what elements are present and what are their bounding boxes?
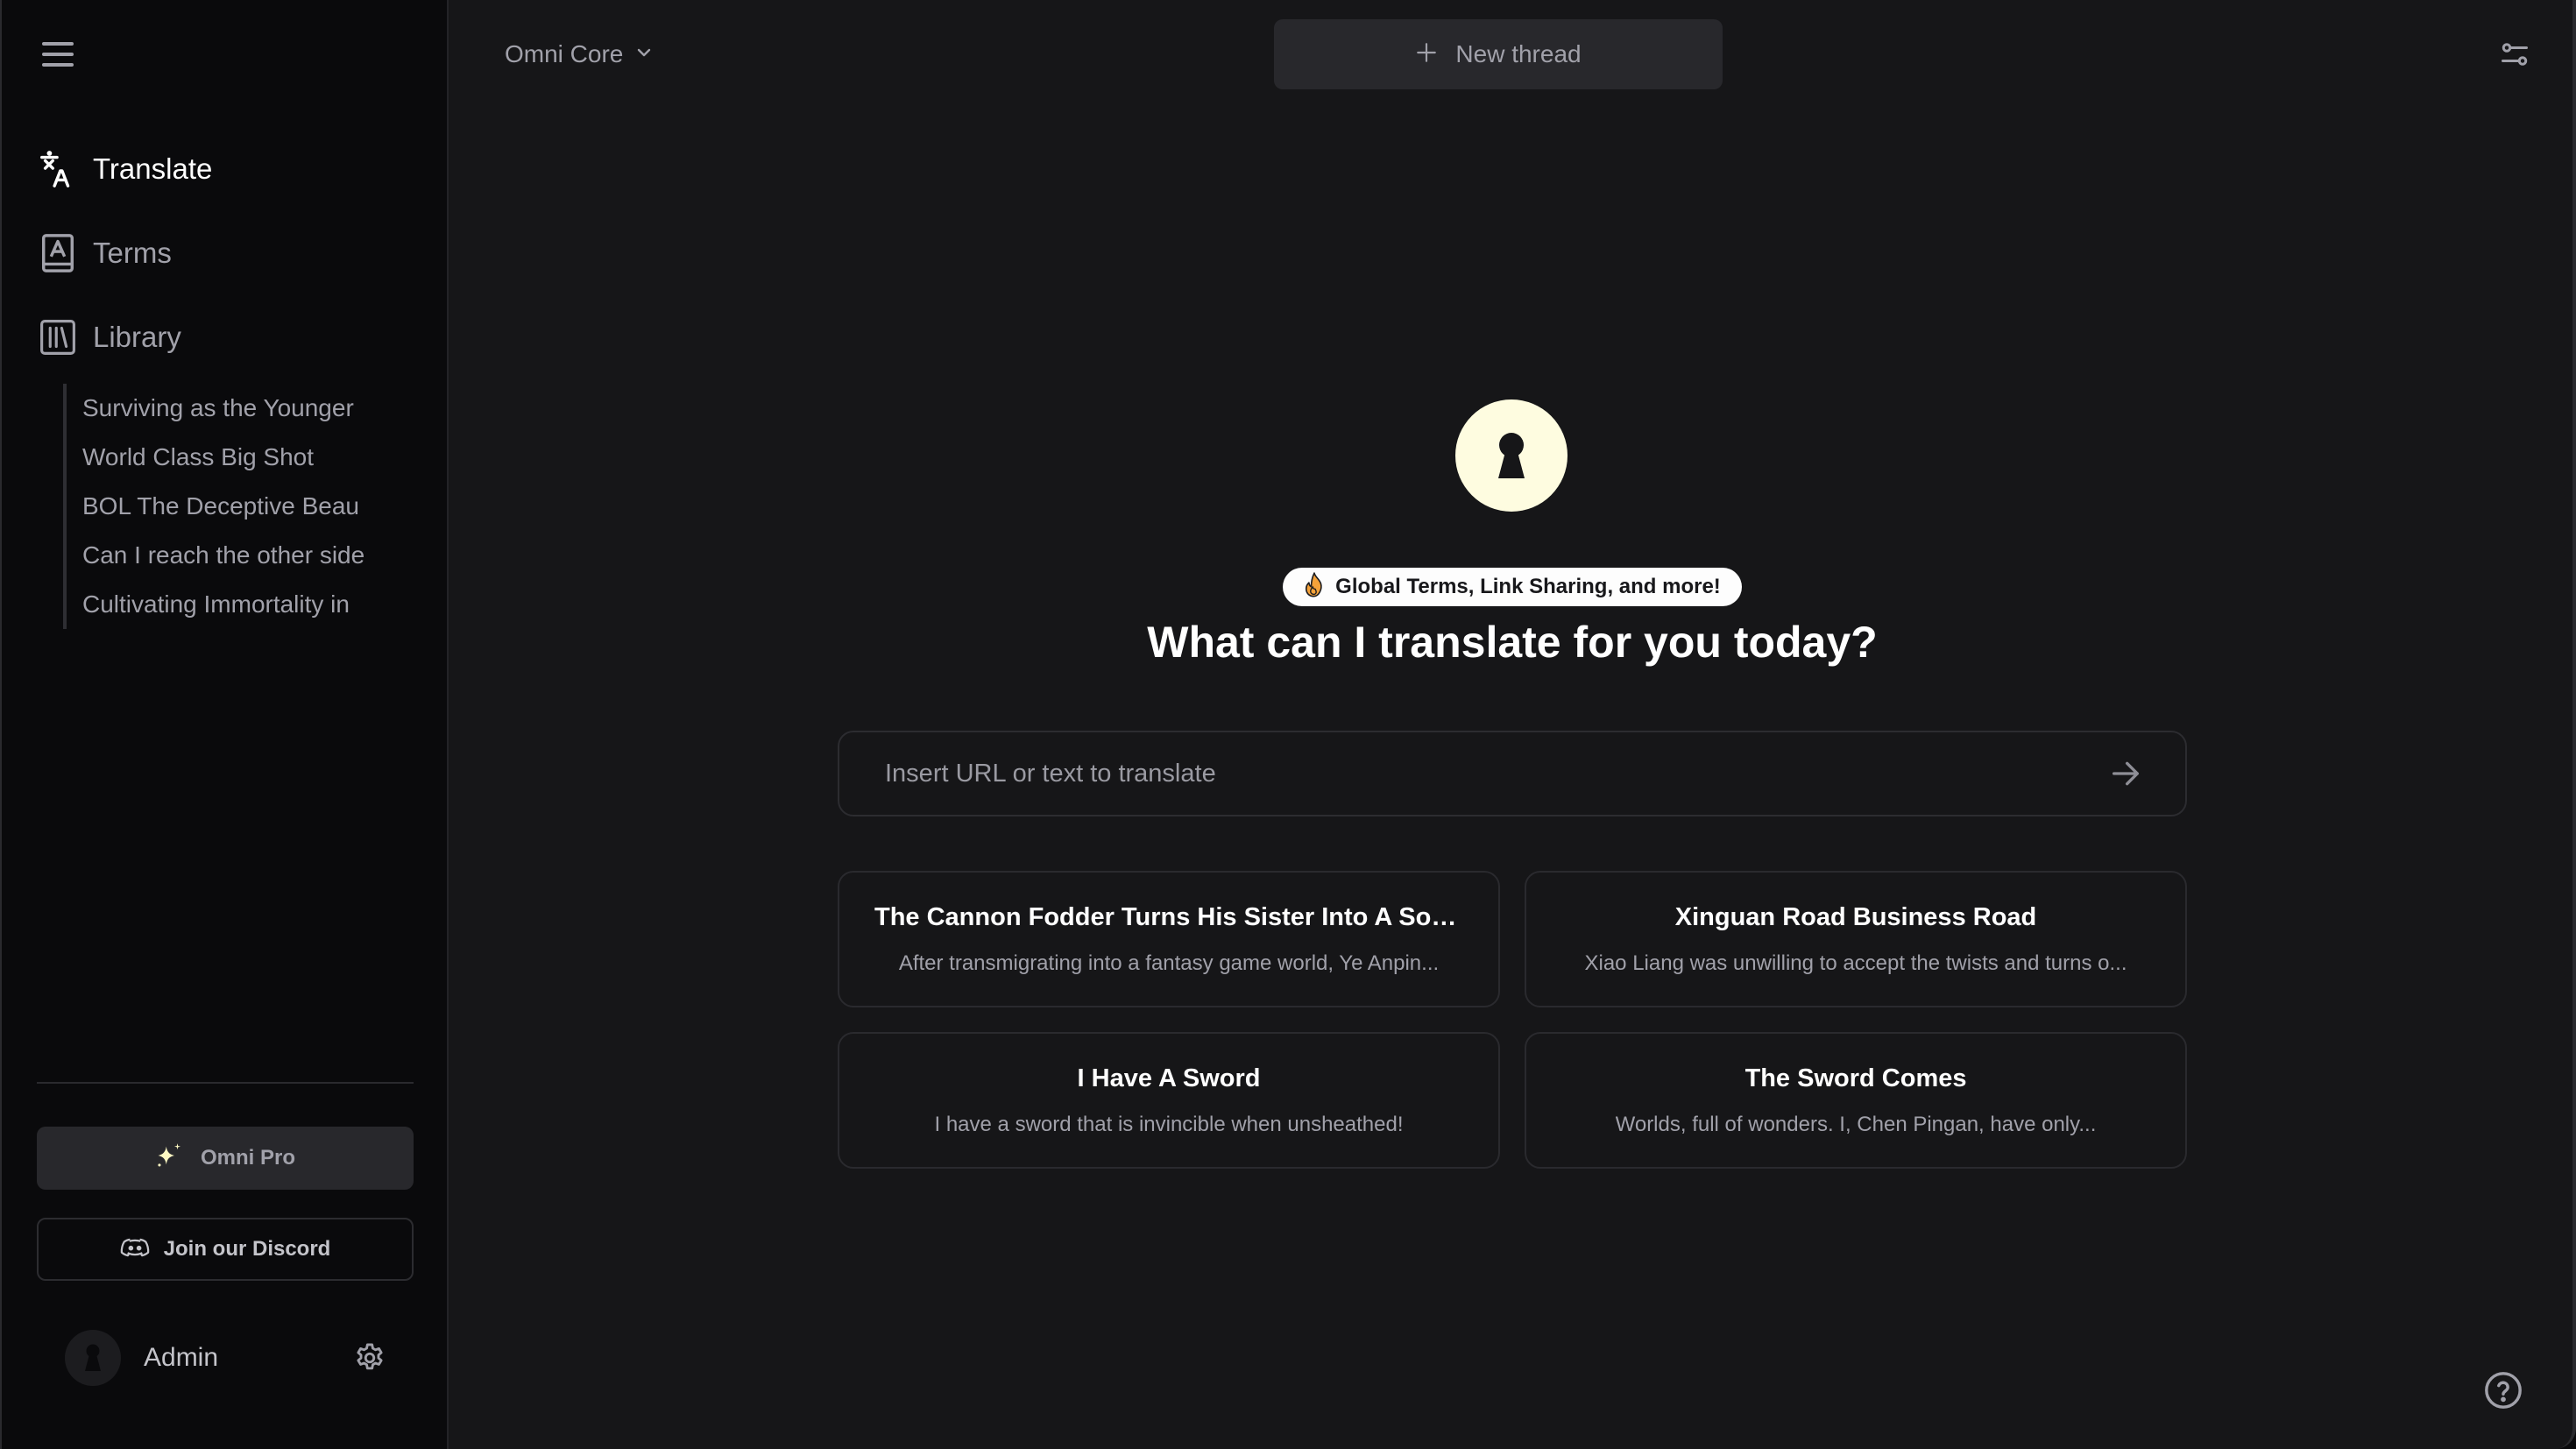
library-item[interactable]: World Class Big Shot — [82, 433, 372, 482]
library-list: Surviving as the Younger World Class Big… — [63, 384, 379, 629]
suggestion-description: Worlds, full of wonders. I, Chen Pingan,… — [1615, 1112, 2097, 1136]
sidebar-item-label: Library — [93, 321, 181, 353]
model-selector-label: Omni Core — [505, 40, 624, 67]
chevron-down-icon — [635, 46, 653, 63]
help-circle-icon[interactable] — [2481, 1368, 2525, 1412]
plus-icon — [1415, 41, 1438, 68]
avatar[interactable] — [65, 1330, 121, 1386]
sidebar-nav: Translate Terms Library — [37, 140, 422, 392]
suggestion-title: The Sword Comes — [1744, 1064, 1967, 1092]
app-logo — [1455, 399, 1568, 512]
omni-pro-label: Omni Pro — [200, 1146, 295, 1170]
gear-icon[interactable] — [350, 1339, 389, 1377]
promo-badge[interactable]: Global Terms, Link Sharing, and more! — [1283, 568, 1742, 606]
join-discord-button[interactable]: Join our Discord — [37, 1218, 414, 1281]
library-icon — [37, 316, 79, 358]
library-item[interactable]: Surviving as the Younger — [82, 384, 372, 433]
arrow-right-icon[interactable] — [2105, 753, 2147, 795]
suggestion-card[interactable]: Xinguan Road Business Road Xiao Liang wa… — [1525, 871, 2187, 1007]
promo-badge-label: Global Terms, Link Sharing, and more! — [1335, 575, 1721, 598]
sidebar: Translate Terms Library Surviving as the… — [0, 0, 449, 1449]
library-item[interactable]: Can I reach the other side — [82, 531, 372, 580]
library-item[interactable]: BOL The Deceptive Beau — [82, 482, 372, 531]
sliders-icon[interactable] — [2495, 35, 2534, 74]
new-thread-button[interactable]: New thread — [1274, 19, 1723, 89]
suggestion-title: The Cannon Fodder Turns His Sister Into … — [874, 902, 1463, 931]
translate-icon — [37, 148, 79, 190]
suggestion-description: Xiao Liang was unwilling to accept the t… — [1584, 951, 2127, 975]
sidebar-item-terms[interactable]: Terms — [37, 224, 422, 282]
suggestion-description: After transmigrating into a fantasy game… — [898, 951, 1440, 975]
suggestion-title: I Have A Sword — [1077, 1064, 1261, 1092]
sidebar-item-translate[interactable]: Translate — [37, 140, 422, 198]
keyhole-icon — [85, 1344, 101, 1371]
sidebar-item-label: Terms — [93, 237, 172, 269]
translate-input[interactable] — [885, 759, 2105, 788]
suggestion-description: I have a sword that is invincible when u… — [934, 1112, 1404, 1136]
suggestion-card[interactable]: The Sword Comes Worlds, full of wonders.… — [1525, 1032, 2187, 1169]
model-selector[interactable]: Omni Core — [505, 35, 653, 74]
translate-input-box — [838, 731, 2187, 816]
sidebar-divider — [37, 1082, 414, 1084]
hamburger-menu-icon[interactable] — [40, 39, 75, 70]
suggestion-title: Xinguan Road Business Road — [1674, 902, 2037, 931]
discord-label: Join our Discord — [163, 1237, 331, 1261]
user-name: Admin — [144, 1343, 219, 1372]
discord-icon — [120, 1235, 150, 1264]
sidebar-item-label: Translate — [93, 152, 213, 185]
omni-pro-button[interactable]: Omni Pro — [37, 1127, 414, 1190]
suggestion-card[interactable]: The Cannon Fodder Turns His Sister Into … — [838, 871, 1500, 1007]
new-thread-label: New thread — [1455, 40, 1582, 67]
book-glossary-icon — [37, 232, 79, 274]
page-title: What can I translate for you today? — [1147, 618, 1878, 667]
sidebar-item-library[interactable]: Library — [37, 308, 422, 366]
user-profile: Admin — [65, 1330, 398, 1386]
sparkles-icon — [155, 1142, 185, 1176]
library-item[interactable]: Cultivating Immortality in — [82, 580, 372, 629]
suggestion-cards: The Cannon Fodder Turns His Sister Into … — [838, 871, 2187, 1169]
fire-icon — [1304, 571, 1325, 603]
keyhole-icon — [1498, 433, 1525, 478]
main-panel: Omni Core New thread Global Terms, Link — [449, 0, 2576, 1449]
suggestion-card[interactable]: I Have A Sword I have a sword that is in… — [838, 1032, 1500, 1169]
